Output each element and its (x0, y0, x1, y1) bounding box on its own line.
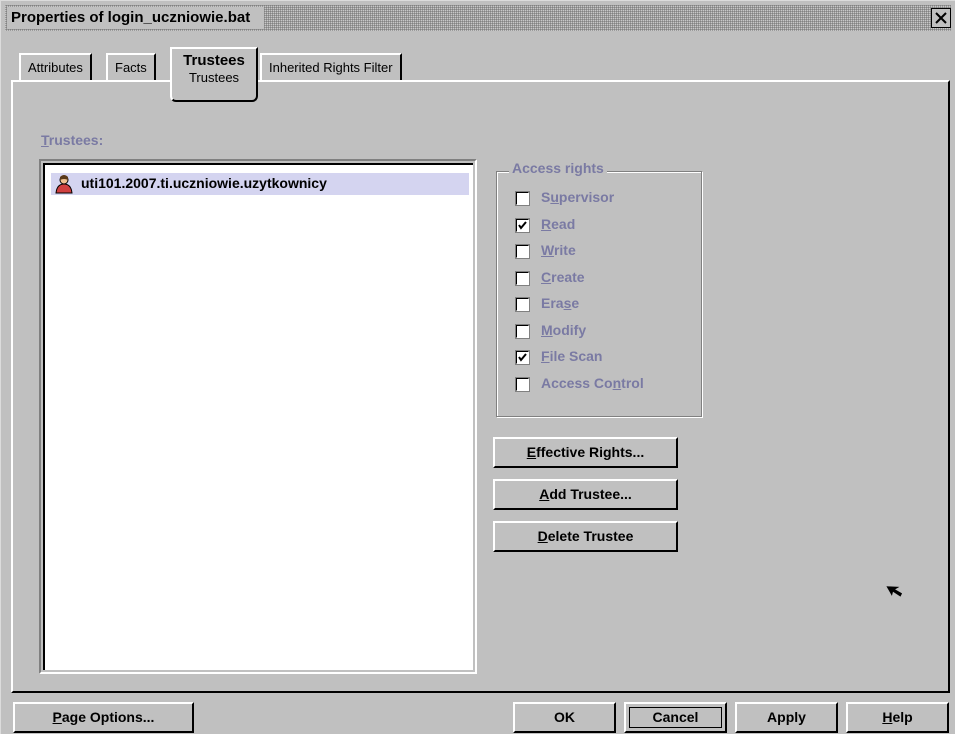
checkmark-icon (518, 353, 527, 362)
mouse-pointer-icon (886, 586, 903, 597)
tab-label: Facts (115, 60, 147, 75)
checkbox-label: Erase (541, 295, 580, 311)
checkbox-label: File Scan (541, 348, 603, 364)
tab-attributes[interactable]: Attributes (19, 53, 92, 80)
effective-rights-button[interactable]: Effective Rights... (493, 437, 678, 468)
add-trustee-button[interactable]: Add Trustee... (493, 479, 678, 510)
trustees-label: Trustees: (41, 132, 104, 148)
delete-trustee-button[interactable]: Delete Trustee (493, 521, 678, 552)
tab-trustees[interactable]: Trustees Trustees (170, 47, 258, 102)
tab-label: Inherited Rights Filter (269, 60, 393, 75)
trustees-list[interactable]: uti101.2007.ti.uczniowie.uzytkownicy (43, 163, 473, 670)
checkbox-box[interactable] (516, 325, 529, 338)
checkbox-box[interactable] (516, 351, 529, 364)
ok-button[interactable]: OK (513, 702, 616, 733)
checkbox-label: Modify (541, 322, 587, 338)
dialog-title: Properties of login_uczniowie.bat (7, 7, 265, 29)
close-icon (935, 12, 947, 24)
checkbox-label: Read (541, 216, 576, 232)
checkbox-label: Access Control (541, 375, 644, 391)
tab-sublabel: Trustees (188, 70, 240, 85)
checkbox-box[interactable] (516, 272, 529, 285)
checkbox-box[interactable] (516, 192, 529, 205)
page-options-button[interactable]: Page Options... (13, 702, 194, 733)
checkbox-label: Write (541, 242, 576, 258)
access-rights-title: Access rights (509, 160, 607, 176)
checkbox-box[interactable] (516, 219, 529, 232)
close-button[interactable] (931, 8, 951, 28)
trustee-name: uti101.2007.ti.uczniowie.uzytkownicy (81, 175, 327, 191)
tab-inherited-rights-filter[interactable]: Inherited Rights Filter (260, 53, 402, 80)
properties-dialog: Properties of login_uczniowie.bat Attrib… (0, 0, 955, 734)
checkmark-icon (518, 221, 527, 230)
apply-button[interactable]: Apply (735, 702, 838, 733)
tab-label: Attributes (28, 60, 83, 75)
checkbox-label: Create (541, 269, 585, 285)
checkbox-label: Supervisor (541, 189, 615, 205)
checkbox-box[interactable] (516, 378, 529, 391)
list-item[interactable]: uti101.2007.ti.uczniowie.uzytkownicy (51, 173, 469, 195)
tab-facts[interactable]: Facts (106, 53, 156, 80)
help-button[interactable]: Help (846, 702, 949, 733)
tab-label: Trustees (183, 52, 245, 69)
user-icon (55, 175, 73, 194)
checkbox-box[interactable] (516, 245, 529, 258)
title-bar[interactable]: Properties of login_uczniowie.bat (5, 5, 951, 31)
cancel-button[interactable]: Cancel (624, 702, 727, 733)
checkbox-box[interactable] (516, 298, 529, 311)
